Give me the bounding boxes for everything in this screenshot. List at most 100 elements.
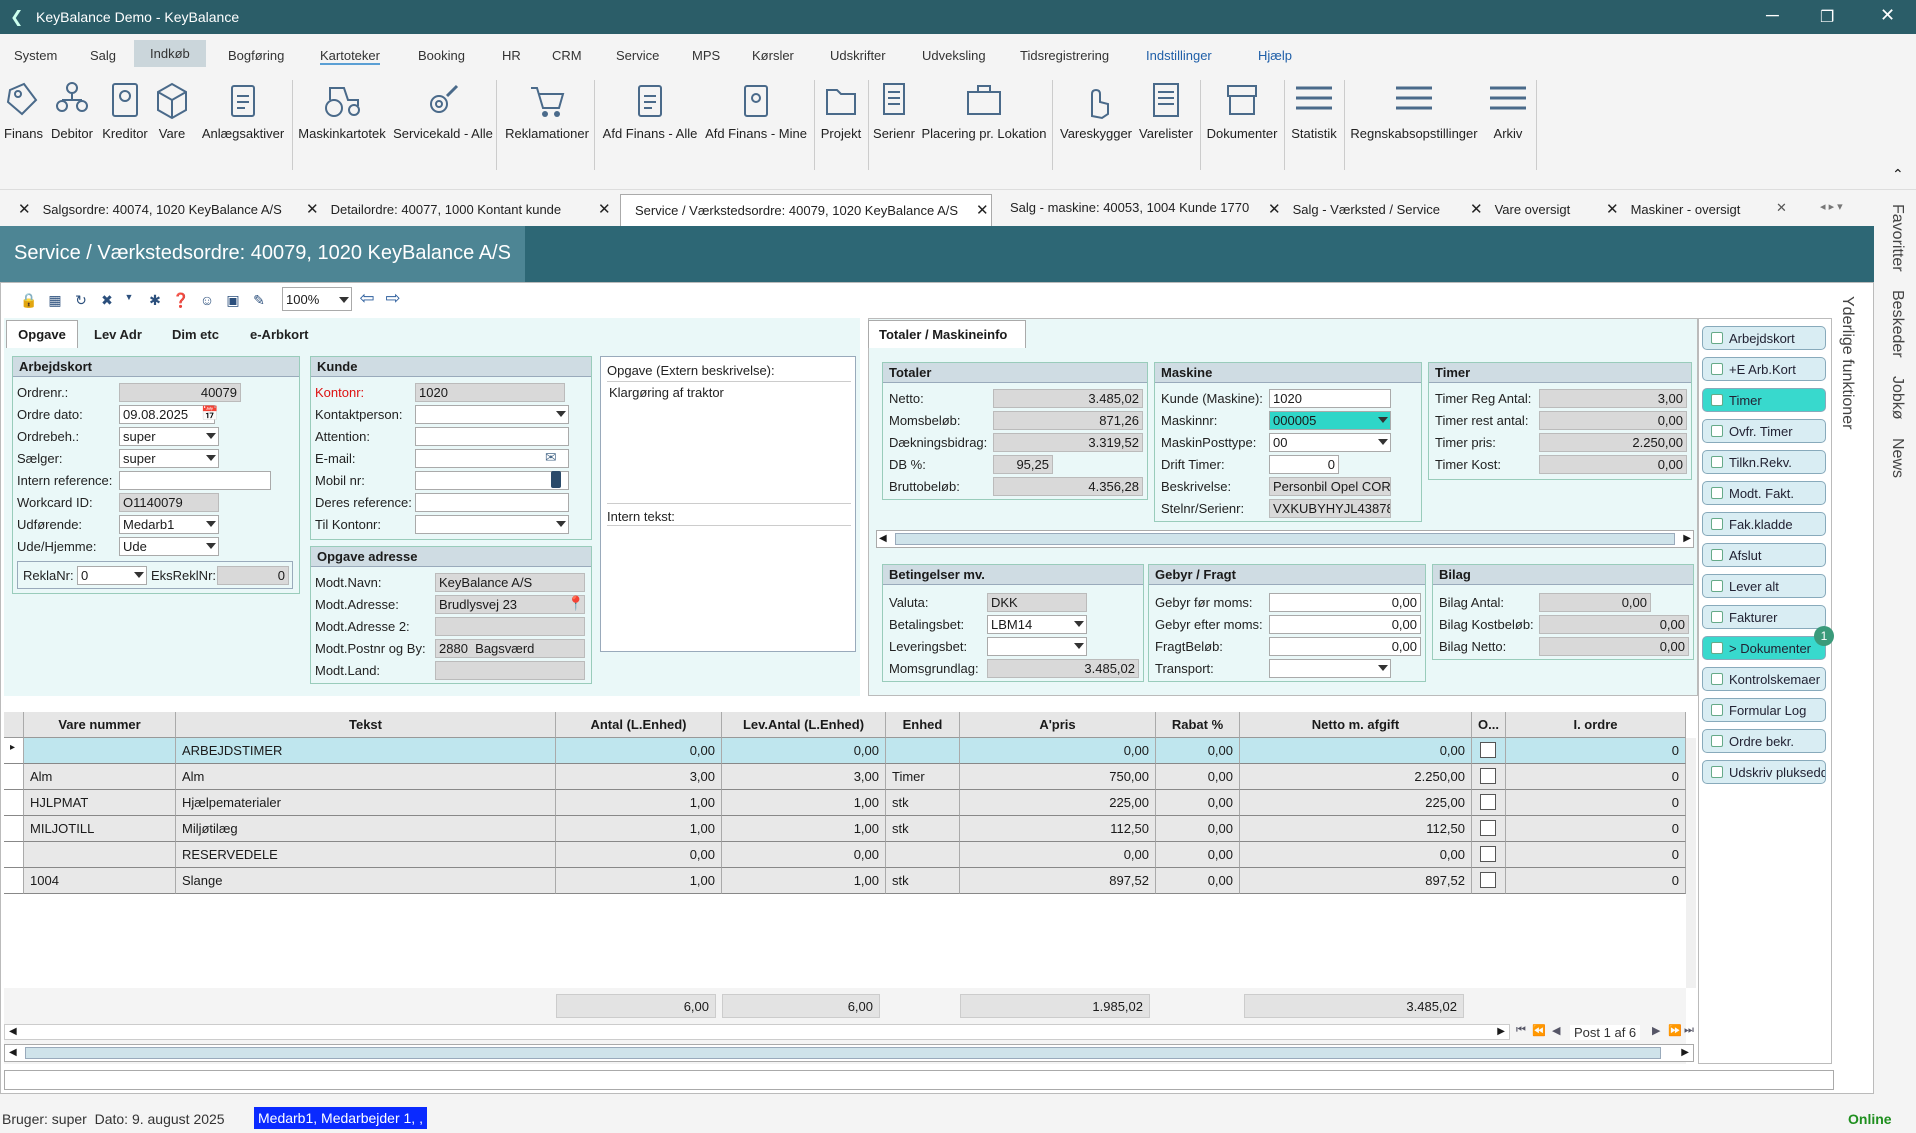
yderlige-funktioner-tab[interactable]: Yderlige funktioner [1838,296,1856,429]
cell-i-ordre[interactable]: 0 [1506,738,1686,764]
cell-i-ordre[interactable]: 0 [1506,764,1686,790]
close-icon[interactable]: ✕ [1268,201,1281,218]
beskrivelse-field[interactable]: Personbil Opel COR [1269,477,1391,496]
modt-postnr-field[interactable]: 2880 Bagsværd [435,639,585,658]
ribbon-vareskygger[interactable]: Vareskygger [1058,80,1134,141]
arrow-left-icon[interactable]: ⇦ [358,288,376,308]
cell-netto[interactable]: 225,00 [1240,790,1472,816]
col-apris[interactable]: A'pris [960,712,1156,738]
user-settings-icon[interactable]: ☺ [198,292,216,310]
ribbon-statistik[interactable]: Statistik [1288,80,1340,141]
col-i-ordre[interactable]: I. ordre [1506,712,1686,738]
minimize-icon[interactable]: ─ [1766,5,1779,26]
side-tab-beskeder[interactable]: Beskeder [1888,290,1906,358]
cell-o-checkbox[interactable] [1472,868,1506,894]
cell-enhed[interactable]: stk [886,868,960,894]
kontonr-field[interactable]: 1020 [415,383,565,402]
afslut-button[interactable]: Afslut [1702,543,1826,567]
opgave-extern-text[interactable]: Klargøring af traktor [609,385,724,400]
mail-icon[interactable]: ✉ [545,449,557,466]
menu-indkob[interactable]: Indkøb [134,40,206,67]
cell-lev-antal[interactable]: 3,00 [722,764,886,790]
calendar-icon[interactable]: 📅 [201,405,218,422]
cell-i-ordre[interactable]: 0 [1506,842,1686,868]
close-icon[interactable]: ✕ [18,201,31,218]
cell-lev-antal[interactable]: 0,00 [722,738,886,764]
menu-mps[interactable]: MPS [692,48,720,63]
cell-netto[interactable]: 0,00 [1240,842,1472,868]
menu-salg[interactable]: Salg [90,48,116,63]
row-indicator[interactable] [4,842,24,868]
tab-salgsordre[interactable]: ✕ Salgsordre: 40074, 1020 KeyBalance A/S [18,200,282,226]
valuta-field[interactable]: DKK [987,593,1087,612]
e-arbkort-button[interactable]: +E Arb.Kort [1702,357,1826,381]
cell-antal[interactable]: 0,00 [556,738,722,764]
cell-lev-antal[interactable]: 1,00 [722,868,886,894]
cell-enhed[interactable]: stk [886,790,960,816]
cell-enhed[interactable] [886,738,960,764]
close-icon[interactable]: ✕ [1776,200,1787,216]
ribbon-serienr[interactable]: Serienr [872,80,916,141]
row-indicator[interactable] [4,816,24,842]
scroll-left-icon[interactable]: ◀ [9,1047,17,1058]
cell-vare-nummer[interactable] [24,842,176,868]
tab-totaler-maskineinfo[interactable]: Totaler / Maskineinfo [868,320,1026,348]
til-kontonr-select[interactable] [415,515,569,534]
tab-maskiner-oversigt[interactable]: ✕ Maskiner - oversigt [1606,200,1740,226]
map-pin-icon[interactable]: 📍 [567,595,584,612]
pager-first-icon[interactable]: ⏮ [1516,1024,1526,1037]
bottom-input-bar[interactable] [4,1070,1834,1090]
collapse-ribbon-icon[interactable]: ⌃ [1892,166,1904,183]
ribbon-regnskabsopstillinger[interactable]: Regnskabsopstillinger [1348,80,1480,141]
ordrebeh-select[interactable]: super [119,427,219,446]
cell-rabat[interactable]: 0,00 [1156,764,1240,790]
cell-antal[interactable]: 3,00 [556,764,722,790]
restore-icon[interactable]: ❐ [1820,7,1834,27]
row-indicator[interactable] [4,790,24,816]
cell-enhed[interactable]: stk [886,816,960,842]
refresh-icon[interactable]: ↻ [72,292,90,310]
scroll-left-icon[interactable]: ◀ [9,1026,17,1037]
edit-list-icon[interactable]: ✎ [250,292,268,310]
stelnr-field[interactable]: VXKUBYHYJL438785 [1269,499,1391,518]
ordre-bekr-button[interactable]: Ordre bekr. [1702,729,1826,753]
menu-udveksling[interactable]: Udveksling [922,48,986,63]
checkbox[interactable] [1480,768,1496,784]
cell-o-checkbox[interactable] [1472,790,1506,816]
tab-vare-oversigt[interactable]: ✕ Vare oversigt [1470,200,1570,226]
menu-kartoteker[interactable]: Kartoteker [320,48,380,65]
status-employee[interactable]: Medarb1, Medarbejder 1, , [254,1107,427,1129]
arbejdskort-button[interactable]: Arbejdskort [1702,326,1826,350]
deres-reference-field[interactable] [415,493,569,512]
tab-lev-adr[interactable]: Lev Adr [94,327,142,342]
cell-enhed[interactable] [886,842,960,868]
cell-rabat[interactable]: 0,00 [1156,816,1240,842]
cell-i-ordre[interactable]: 0 [1506,816,1686,842]
udehjemme-select[interactable]: Ude [119,537,219,556]
saelger-select[interactable]: super [119,449,219,468]
close-icon[interactable]: ✕ [306,201,319,218]
row-indicator[interactable] [4,868,24,894]
col-antal[interactable]: Antal (L.Enhed) [556,712,722,738]
udskriv-pluksedd-button[interactable]: Udskriv pluksedd [1702,760,1826,784]
tab-salg-maskine[interactable]: Salg - maskine: 40053, 1004 Kunde 1770 [1010,200,1249,226]
cell-netto[interactable]: 897,52 [1240,868,1472,894]
cell-o-checkbox[interactable] [1472,816,1506,842]
close-icon[interactable]: ✕ [1606,201,1619,218]
side-tab-jobko[interactable]: Jobkø [1888,376,1906,420]
ribbon-afd-finans-mine[interactable]: Afd Finans - Mine [704,80,808,141]
menu-korsler[interactable]: Kørsler [752,48,794,63]
zoom-select[interactable]: 100% [282,287,352,311]
cell-rabat[interactable]: 0,00 [1156,868,1240,894]
cell-lev-antal[interactable]: 1,00 [722,816,886,842]
menu-booking[interactable]: Booking [418,48,465,63]
cell-lev-antal[interactable]: 0,00 [722,842,886,868]
cell-tekst[interactable]: Slange [176,868,556,894]
help-icon[interactable]: ❓ [172,292,190,310]
row-indicator[interactable] [4,764,24,790]
ribbon-debitor[interactable]: Debitor [50,80,94,141]
cell-vare-nummer[interactable] [24,738,176,764]
col-lev-antal[interactable]: Lev.Antal (L.Enhed) [722,712,886,738]
ovfr-timer-button[interactable]: Ovfr. Timer [1702,419,1826,443]
kunde-maskine-field[interactable]: 1020 [1269,389,1391,408]
